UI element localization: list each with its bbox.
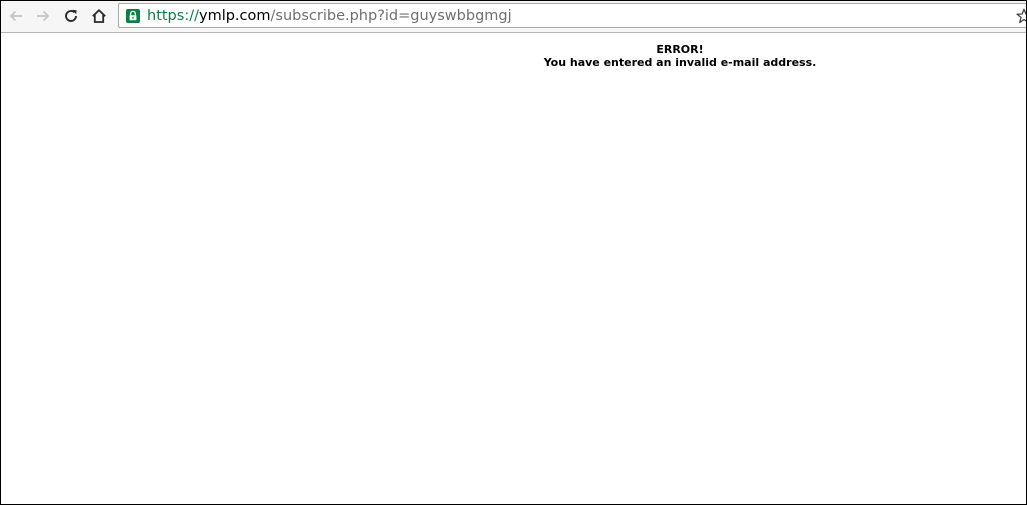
- forward-button[interactable]: [31, 4, 55, 28]
- home-icon: [92, 8, 106, 23]
- browser-toolbar: https://ymlp.com/subscribe.php?id=guyswb…: [1, 1, 1026, 33]
- star-icon: [1016, 8, 1026, 24]
- back-button[interactable]: [4, 4, 28, 28]
- url-scheme: https://: [147, 8, 199, 24]
- url-text[interactable]: https://ymlp.com/subscribe.php?id=guyswb…: [147, 7, 512, 25]
- error-message-block: ERROR! You have entered an invalid e-mai…: [480, 43, 880, 69]
- bookmark-button[interactable]: [1015, 7, 1026, 25]
- page-content: ERROR! You have entered an invalid e-mai…: [1, 33, 1026, 504]
- reload-icon: [65, 9, 77, 22]
- url-path: /subscribe.php?id=guyswbbgmgj: [270, 8, 512, 24]
- reload-button[interactable]: [59, 4, 83, 28]
- browser-window: https://ymlp.com/subscribe.php?id=guyswb…: [0, 0, 1027, 505]
- home-button[interactable]: [87, 4, 111, 28]
- forward-arrow-icon: [37, 10, 50, 22]
- error-message: You have entered an invalid e-mail addre…: [543, 56, 817, 69]
- lock-icon: [126, 9, 140, 23]
- back-arrow-icon: [9, 10, 22, 22]
- address-bar[interactable]: https://ymlp.com/subscribe.php?id=guyswb…: [118, 3, 1026, 28]
- url-host: ymlp.com: [198, 8, 271, 24]
- error-title: ERROR!: [656, 43, 704, 56]
